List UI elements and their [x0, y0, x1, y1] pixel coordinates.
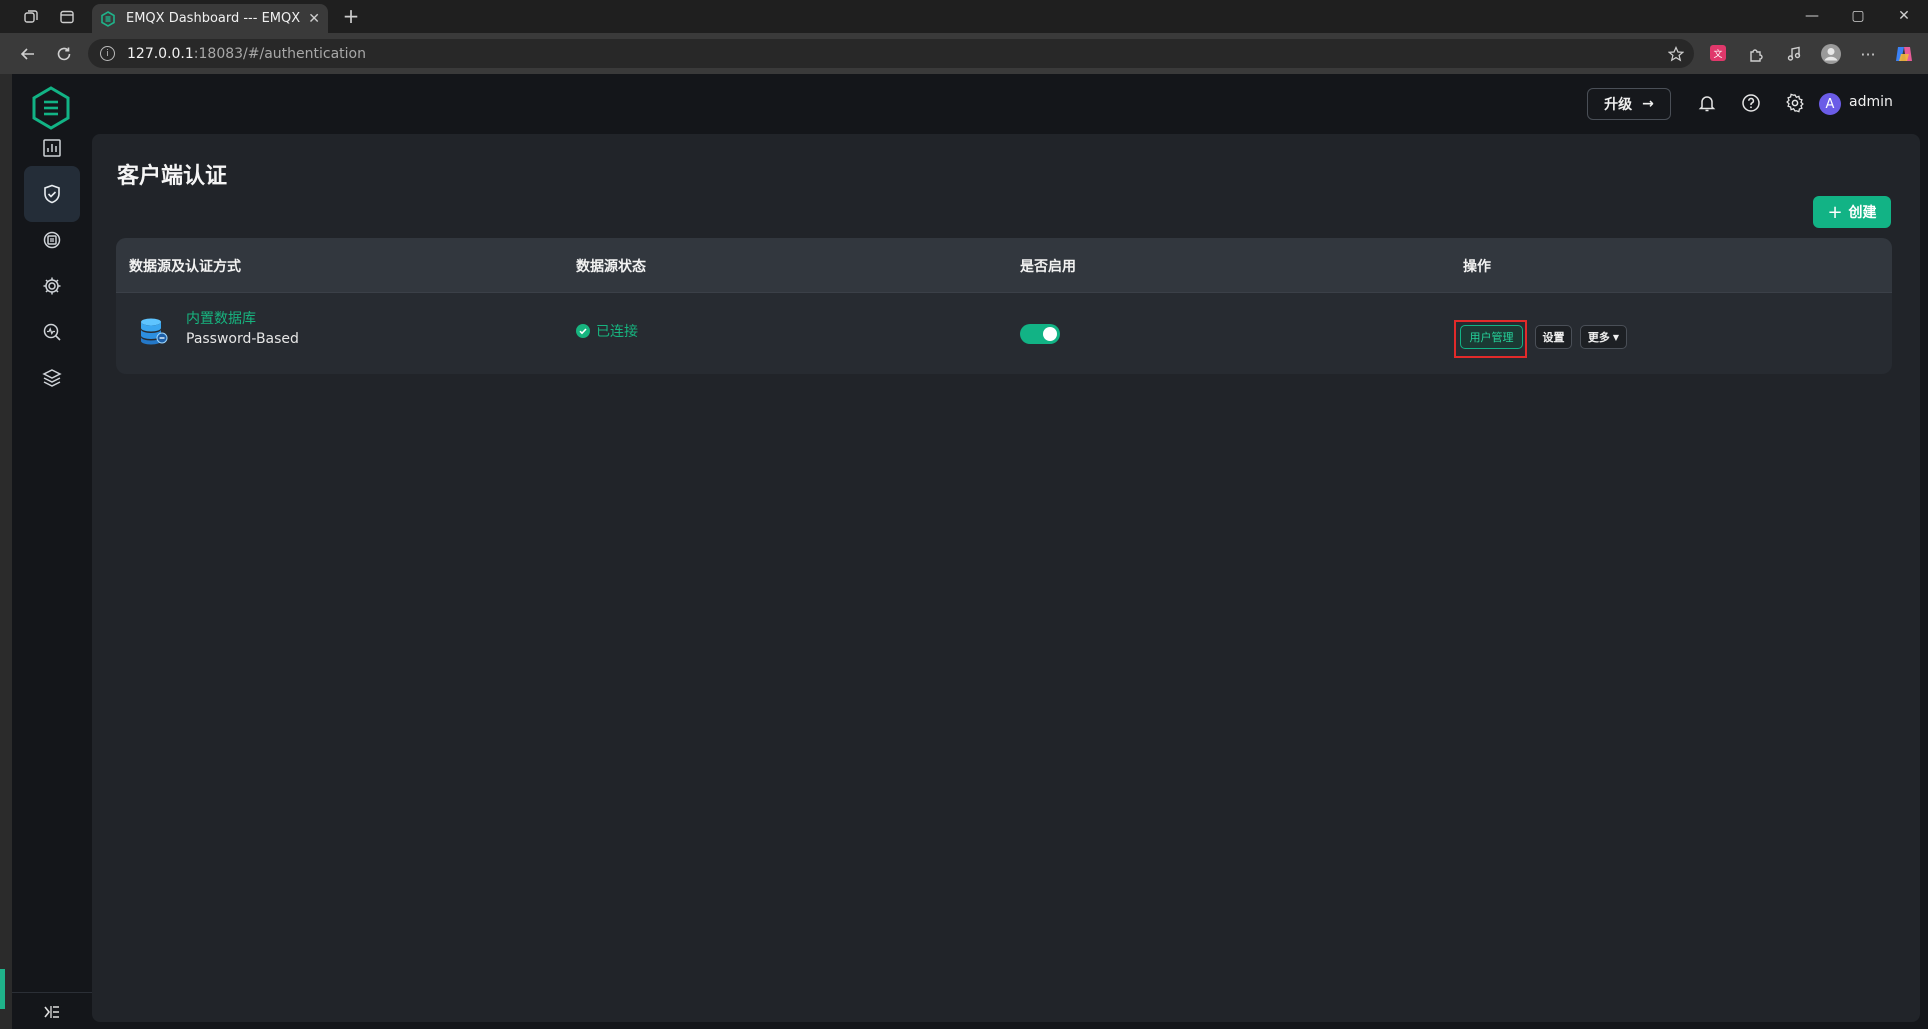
arrow-right-icon: → [1642, 96, 1654, 112]
url-path: :18083/#/authentication [193, 45, 366, 62]
window-edge [0, 74, 12, 1029]
help-icon[interactable] [1740, 92, 1762, 114]
browser-tab-bar: EMQX Dashboard --- EMQX Dashb ✕ + — ▢ ✕ [0, 0, 1928, 33]
favorite-star-icon[interactable] [1664, 42, 1688, 66]
integration-icon [43, 231, 61, 249]
check-circle-icon [576, 324, 590, 338]
upgrade-label: 升级 [1604, 97, 1633, 113]
more-menu-icon[interactable]: ··· [1856, 42, 1880, 66]
plus-icon: + [1827, 201, 1843, 223]
svg-text:文: 文 [1713, 48, 1722, 60]
tab-close-icon[interactable]: ✕ [308, 11, 320, 27]
page-title: 客户端认证 [117, 164, 228, 189]
collapse-sidebar-icon[interactable] [40, 1000, 64, 1024]
column-header-actions: 操作 [1463, 259, 1491, 275]
status-badge: 已连接 [576, 321, 638, 341]
tab-title: EMQX Dashboard --- EMQX Dashb [126, 11, 302, 26]
enable-toggle[interactable] [1020, 324, 1060, 344]
column-header-source: 数据源及认证方式 [129, 259, 241, 275]
media-control-icon[interactable] [1782, 42, 1806, 66]
table-header: 数据源及认证方式 数据源状态 是否启用 操作 [116, 238, 1892, 293]
table-row: 内置数据库 Password-Based 已连接 用户管理 设置 更多 ▼ [116, 294, 1892, 374]
upgrade-button[interactable]: 升级 → [1587, 88, 1671, 120]
close-window-button[interactable]: ✕ [1884, 4, 1924, 28]
settings-gear-icon [43, 277, 61, 295]
emqx-dashboard: 升级 → A admin 客户端认证 + 创建 数据源及认证方式 数据源状态 是… [12, 74, 1928, 1029]
database-icon [141, 318, 168, 345]
extensions-icon[interactable] [1744, 42, 1768, 66]
settings-button[interactable]: 设置 [1535, 325, 1572, 349]
new-tab-button[interactable]: + [340, 4, 362, 28]
translate-extension-icon[interactable]: 文 [1708, 43, 1728, 63]
sidebar [12, 74, 92, 1029]
column-header-status: 数据源状态 [576, 259, 646, 275]
site-info-icon[interactable]: i [100, 46, 115, 61]
address-bar[interactable]: i 127.0.0.1 :18083/#/authentication [88, 39, 1694, 68]
create-button[interactable]: + 创建 [1813, 196, 1891, 228]
user-management-button[interactable]: 用户管理 [1460, 325, 1523, 349]
source-name-link[interactable]: 内置数据库 [186, 308, 256, 328]
copilot-icon[interactable] [1892, 42, 1916, 66]
restore-button[interactable]: ▢ [1838, 4, 1878, 28]
sidebar-divider [12, 992, 92, 993]
create-label: 创建 [1848, 205, 1877, 221]
shield-check-icon [44, 184, 60, 204]
gear-icon[interactable] [1784, 92, 1806, 114]
dashboard-icon [43, 139, 61, 157]
caret-down-icon: ▼ [1612, 332, 1620, 342]
url-host: 127.0.0.1 [127, 45, 194, 62]
status-text: 已连接 [596, 324, 638, 340]
reload-icon[interactable] [52, 42, 76, 66]
browser-tab-active[interactable]: EMQX Dashboard --- EMQX Dashb ✕ [92, 4, 328, 33]
browser-toolbar: i 127.0.0.1 :18083/#/authentication 文 ··… [0, 33, 1928, 74]
emqx-favicon-icon [101, 10, 115, 27]
workspaces-icon[interactable] [20, 6, 42, 28]
back-icon[interactable] [16, 42, 40, 66]
authentication-table: 数据源及认证方式 数据源状态 是否启用 操作 内置数据库 Password-Ba… [116, 238, 1892, 374]
username[interactable]: admin [1849, 94, 1893, 110]
more-label: 更多 [1587, 331, 1610, 344]
minimize-button[interactable]: — [1792, 4, 1832, 28]
bell-icon[interactable] [1696, 92, 1718, 114]
diagnose-icon [43, 323, 61, 341]
sidebar-item-extensions[interactable] [24, 350, 80, 406]
layers-icon [42, 369, 62, 387]
column-header-enabled: 是否启用 [1020, 259, 1076, 275]
main-content: 客户端认证 + 创建 数据源及认证方式 数据源状态 是否启用 操作 内置数据库 … [92, 134, 1920, 1022]
toggle-knob [1043, 327, 1057, 341]
tab-actions-icon[interactable] [56, 6, 78, 28]
avatar[interactable]: A [1819, 93, 1841, 115]
more-dropdown-button[interactable]: 更多 ▼ [1580, 325, 1627, 349]
top-header: 升级 → A admin [92, 74, 1928, 134]
profile-avatar-icon[interactable] [1819, 42, 1843, 66]
auth-mechanism: Password-Based [186, 331, 299, 347]
